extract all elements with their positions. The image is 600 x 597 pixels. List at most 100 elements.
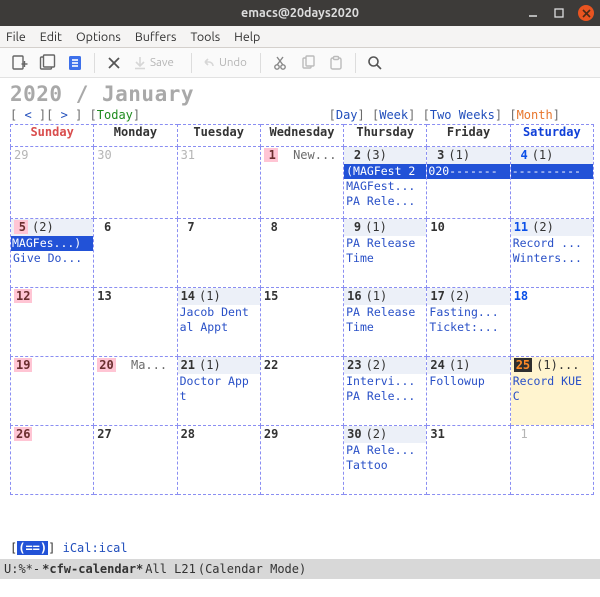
close-buffer-icon[interactable] [101, 50, 127, 76]
day-cell[interactable]: 19 [11, 357, 93, 425]
day-cell[interactable]: 15 [261, 288, 343, 356]
day-cell[interactable]: 13 [94, 288, 176, 356]
event[interactable]: Winters... [511, 251, 593, 266]
day-cell[interactable]: 9(1) PA Release Time [344, 219, 426, 287]
day-cell[interactable]: 29 [261, 426, 343, 494]
event[interactable]: Give Do... [11, 251, 93, 266]
event[interactable]: Fasting... [427, 305, 509, 320]
event[interactable]: Record ... [511, 236, 593, 251]
event[interactable]: (MAGFest 2 [344, 164, 426, 179]
day-cell[interactable]: 16(1) PA Release Time [344, 288, 426, 356]
day-cell[interactable]: 30 [94, 147, 176, 218]
event[interactable]: MAGFest... [344, 179, 426, 194]
day-cell[interactable]: 29 [11, 147, 93, 218]
nav-week[interactable]: [Week] [372, 108, 415, 122]
event-count: (1) [199, 358, 221, 372]
day-cell[interactable]: 31 [178, 147, 260, 218]
nav-twoweeks[interactable]: [Two Weeks] [423, 108, 503, 122]
nav-today[interactable]: [Today] [90, 108, 141, 122]
event[interactable]: Doctor App [178, 374, 260, 389]
day-cell[interactable]: 20 Ma... [94, 357, 176, 425]
event[interactable]: Ticket:... [427, 320, 509, 335]
day-cell[interactable]: 6 [94, 219, 176, 287]
event-count: (2) [366, 358, 388, 372]
event[interactable]: Record KUE [511, 374, 593, 389]
day-number: 22 [264, 358, 278, 372]
menu-buffers[interactable]: Buffers [135, 30, 177, 44]
event[interactable]: Followup [427, 374, 509, 389]
dired-icon[interactable] [62, 50, 88, 76]
day-cell[interactable]: 28 [178, 426, 260, 494]
cut-icon[interactable] [267, 50, 293, 76]
day-cell[interactable]: 7 [178, 219, 260, 287]
day-cell[interactable]: 22 [261, 357, 343, 425]
day-cell[interactable]: 14(1) Jacob Dent al Appt [178, 288, 260, 356]
day-cell[interactable]: 4(1) ---------- [511, 147, 593, 218]
event[interactable]: Tattoo [344, 458, 426, 473]
event[interactable]: MAGFes...) [11, 236, 93, 251]
menu-tools[interactable]: Tools [190, 30, 220, 44]
open-file-icon[interactable] [34, 50, 60, 76]
event[interactable]: ---------- [511, 164, 593, 179]
day-cell[interactable]: 30(2) PA Rele... Tattoo [344, 426, 426, 494]
event[interactable]: 020------- [427, 164, 509, 179]
event[interactable]: PA Release [344, 305, 426, 320]
event[interactable]: PA Rele... [344, 194, 426, 209]
save-button[interactable]: Save [129, 50, 185, 76]
day-cell[interactable]: 1 New... [261, 147, 343, 218]
event[interactable]: PA Rele... [344, 443, 426, 458]
menu-file[interactable]: File [6, 30, 26, 44]
event[interactable]: Time [344, 251, 426, 266]
event[interactable]: Jacob Dent [178, 305, 260, 320]
day-cell[interactable]: 1 [511, 426, 593, 494]
menu-help[interactable]: Help [234, 30, 260, 44]
day-cell[interactable]: 12 [11, 288, 93, 356]
event[interactable]: Time [344, 320, 426, 335]
dow-fri: Friday [427, 125, 510, 147]
minibuffer[interactable] [0, 579, 600, 597]
event-count: (3) [365, 148, 387, 162]
day-cell[interactable]: 31 [427, 426, 509, 494]
paste-icon[interactable] [323, 50, 349, 76]
search-icon[interactable] [362, 50, 388, 76]
modeline-left: U:%*- [4, 562, 40, 576]
day-cell[interactable]: 21(1) Doctor App t [178, 357, 260, 425]
day-cell[interactable]: 27 [94, 426, 176, 494]
event[interactable]: al Appt [178, 320, 260, 335]
day-cell[interactable]: 5(2) MAGFes...) Give Do... [11, 219, 93, 287]
day-cell[interactable]: 2(3) (MAGFest 2 MAGFest... PA Rele... [344, 147, 426, 218]
day-cell[interactable]: 17(2) Fasting... Ticket:... [427, 288, 509, 356]
nav-next[interactable]: [ > ] [46, 108, 82, 122]
event[interactable]: C [511, 389, 593, 404]
nav-prev[interactable]: [ < ] [10, 108, 46, 122]
toolbar-separator [94, 53, 95, 73]
day-cell[interactable]: 11(2) Record ... Winters... [511, 219, 593, 287]
window-maximize-icon[interactable] [552, 6, 566, 20]
day-cell[interactable]: 23(2) Intervi... PA Rele... [344, 357, 426, 425]
day-cell[interactable]: 24(1) Followup [427, 357, 509, 425]
day-cell[interactable]: 8 [261, 219, 343, 287]
day-cell[interactable]: 26 [11, 426, 93, 494]
day-cell[interactable]: 10 [427, 219, 509, 287]
modeline-mode: (Calendar Mode) [198, 562, 306, 576]
day-cell[interactable]: 3(1) 020------- [427, 147, 509, 218]
nav-day[interactable]: [Day] [329, 108, 365, 122]
day-cell[interactable]: 18 [511, 288, 593, 356]
menu-edit[interactable]: Edit [40, 30, 62, 44]
window-minimize-icon[interactable] [526, 6, 540, 20]
day-number: 27 [97, 427, 111, 441]
event[interactable]: Intervi... [344, 374, 426, 389]
nav-month[interactable]: [Month] [509, 108, 560, 122]
menu-options[interactable]: Options [76, 30, 121, 44]
menubar: File Edit Options Buffers Tools Help [0, 26, 600, 48]
event[interactable]: PA Release [344, 236, 426, 251]
event[interactable]: PA Rele... [344, 389, 426, 404]
undo-button[interactable]: Undo [198, 50, 254, 76]
event[interactable]: t [178, 389, 260, 404]
calendar-buffer[interactable]: 2020 / January [ < ][ > ] [Today] [Day] … [0, 78, 600, 559]
window-close-icon[interactable] [578, 5, 594, 21]
copy-icon[interactable] [295, 50, 321, 76]
day-number: 6 [97, 220, 111, 234]
new-file-icon[interactable] [6, 50, 32, 76]
day-cell-today[interactable]: 25(1)... Record KUE C [511, 357, 593, 425]
